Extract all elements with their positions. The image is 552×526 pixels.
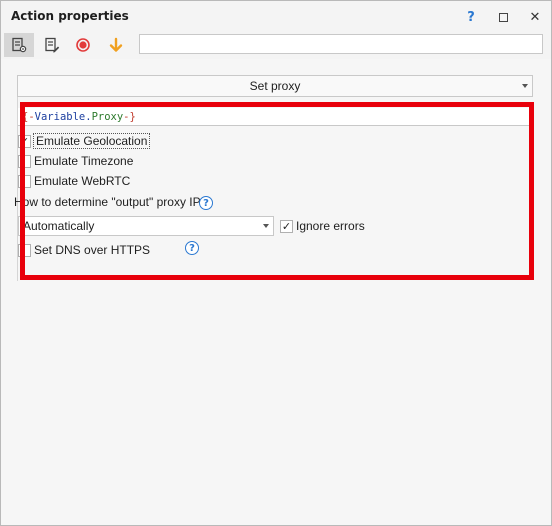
ignore-errors-checkbox[interactable]: ✓ bbox=[280, 219, 293, 233]
action-type-value: Set proxy bbox=[249, 79, 301, 93]
arrow-down-button[interactable] bbox=[101, 33, 131, 57]
proxy-input[interactable]: {- Variable. Proxy -} bbox=[18, 108, 530, 126]
emulate-webrtc-checkbox[interactable] bbox=[18, 174, 31, 188]
help-button[interactable]: ? bbox=[460, 7, 482, 27]
window-title: Action properties bbox=[11, 9, 129, 23]
arrow-down-icon bbox=[109, 37, 123, 52]
emulate-geolocation-checkbox[interactable]: ✓ bbox=[18, 134, 31, 148]
proxy-open-brace: {- bbox=[22, 110, 35, 123]
properties-panel bbox=[1, 59, 551, 525]
output-proxy-ip-label: How to determine "output" proxy IP: bbox=[14, 195, 204, 209]
dns-help-icon[interactable]: ? bbox=[185, 241, 199, 255]
emulate-webrtc-row[interactable]: Emulate WebRTC bbox=[18, 172, 130, 190]
ignore-errors-row[interactable]: ✓ Ignore errors bbox=[280, 217, 365, 235]
record-button[interactable] bbox=[68, 33, 98, 57]
output-ip-mode-select[interactable]: Automatically bbox=[18, 216, 274, 236]
edit-document-button[interactable] bbox=[37, 33, 67, 57]
ignore-errors-label: Ignore errors bbox=[296, 219, 365, 233]
emulate-timezone-row[interactable]: Emulate Timezone bbox=[18, 152, 133, 170]
proxy-var-name: Proxy bbox=[91, 110, 124, 123]
dns-over-https-row[interactable]: Set DNS over HTTPS bbox=[18, 241, 150, 259]
output-ip-mode-value: Automatically bbox=[23, 219, 95, 233]
emulate-timezone-label: Emulate Timezone bbox=[34, 154, 134, 168]
close-button[interactable]: ✕ bbox=[524, 7, 546, 27]
proxy-var-prefix: Variable. bbox=[34, 110, 92, 123]
edit-document-icon bbox=[45, 37, 60, 53]
action-properties-window: Action properties ? ✕ Set proxy {- Varia… bbox=[0, 0, 552, 526]
toolbar-search-input[interactable] bbox=[139, 34, 543, 54]
maximize-icon bbox=[498, 12, 508, 22]
proxy-close-brace: -} bbox=[123, 110, 136, 123]
emulate-timezone-checkbox[interactable] bbox=[18, 154, 31, 168]
output-ip-help-icon[interactable]: ? bbox=[199, 196, 213, 210]
emulate-webrtc-label: Emulate WebRTC bbox=[34, 174, 131, 188]
emulate-geolocation-label: Emulate Geolocation bbox=[32, 133, 151, 149]
dns-over-https-label: Set DNS over HTTPS bbox=[34, 243, 151, 257]
emulate-geolocation-row[interactable]: ✓ Emulate Geolocation bbox=[18, 132, 151, 150]
chevron-down-icon bbox=[263, 224, 269, 228]
action-type-select[interactable]: Set proxy bbox=[17, 75, 533, 97]
chevron-down-icon bbox=[522, 84, 528, 88]
properties-settings-button[interactable] bbox=[4, 33, 34, 57]
properties-settings-icon bbox=[12, 37, 27, 53]
title-bar: Action properties ? ✕ bbox=[1, 1, 551, 33]
dns-over-https-checkbox[interactable] bbox=[18, 243, 31, 257]
maximize-button[interactable] bbox=[492, 7, 514, 27]
record-icon bbox=[76, 38, 90, 52]
